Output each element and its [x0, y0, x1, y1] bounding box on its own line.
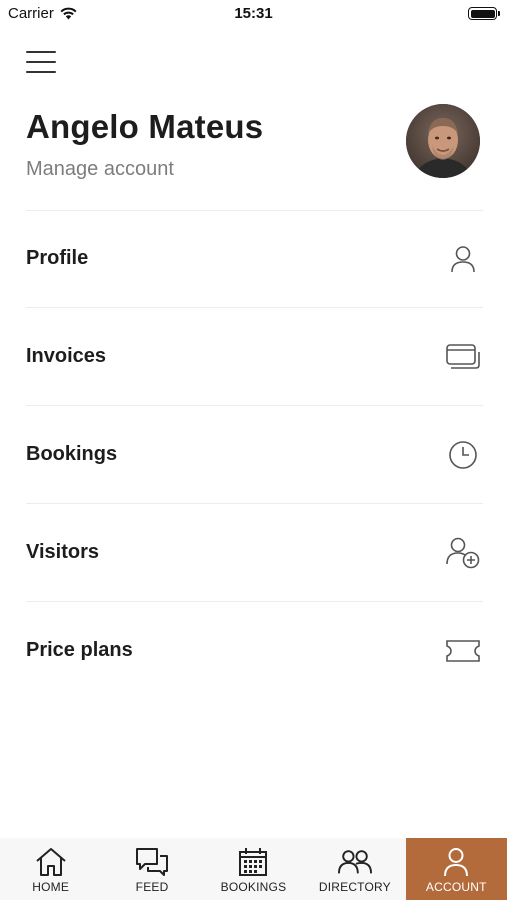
tab-home[interactable]: HOME [0, 838, 101, 900]
menu-item-label: Bookings [26, 443, 118, 465]
tab-label: DIRECTORY [318, 880, 391, 894]
menu-item-invoices[interactable]: Invoices [0, 308, 507, 406]
avatar-photo [406, 104, 480, 178]
tab-bookings[interactable]: BOOKINGS [203, 838, 304, 900]
person-icon [439, 846, 473, 878]
menu-item-label: Visitors [26, 541, 99, 563]
tab-label: ACCOUNT [425, 880, 487, 894]
cards-icon [444, 340, 482, 374]
people-icon [337, 846, 372, 878]
menu-item-label: Price plans [26, 639, 133, 661]
status-bar: Carrier 15:31 [0, 0, 507, 28]
tab-label: FEED [135, 880, 169, 894]
ticket-icon [444, 634, 482, 668]
user-name: Angelo Mateus [26, 108, 264, 145]
tab-bar: HOME FEED BOOKINGS DIRECTORY ACCOUNT [0, 838, 507, 900]
manage-account-link[interactable]: Manage account [26, 158, 174, 181]
tab-label: HOME [32, 880, 70, 894]
calendar-icon [236, 846, 270, 878]
status-time: 15:31 [234, 5, 273, 22]
avatar[interactable] [406, 104, 480, 178]
home-icon [34, 846, 68, 878]
menu-item-bookings[interactable]: Bookings [0, 406, 507, 504]
tab-label: BOOKINGS [220, 880, 287, 894]
clock-icon [444, 438, 482, 472]
tab-feed[interactable]: FEED [101, 838, 202, 900]
battery-icon [468, 7, 500, 20]
menu-item-price-plans[interactable]: Price plans [0, 602, 507, 700]
menu-item-profile[interactable]: Profile [0, 210, 507, 308]
person-add-icon [444, 536, 482, 570]
chat-bubbles-icon [135, 846, 169, 878]
tab-directory[interactable]: DIRECTORY [304, 838, 405, 900]
menu-item-label: Profile [26, 247, 89, 269]
menu-item-visitors[interactable]: Visitors [0, 504, 507, 602]
person-icon [444, 242, 482, 276]
tab-account[interactable]: ACCOUNT [405, 838, 507, 900]
hamburger-menu-icon[interactable] [24, 48, 58, 76]
account-menu: Profile Invoices Bookings Visitors Price… [0, 210, 507, 700]
menu-item-label: Invoices [26, 345, 107, 367]
